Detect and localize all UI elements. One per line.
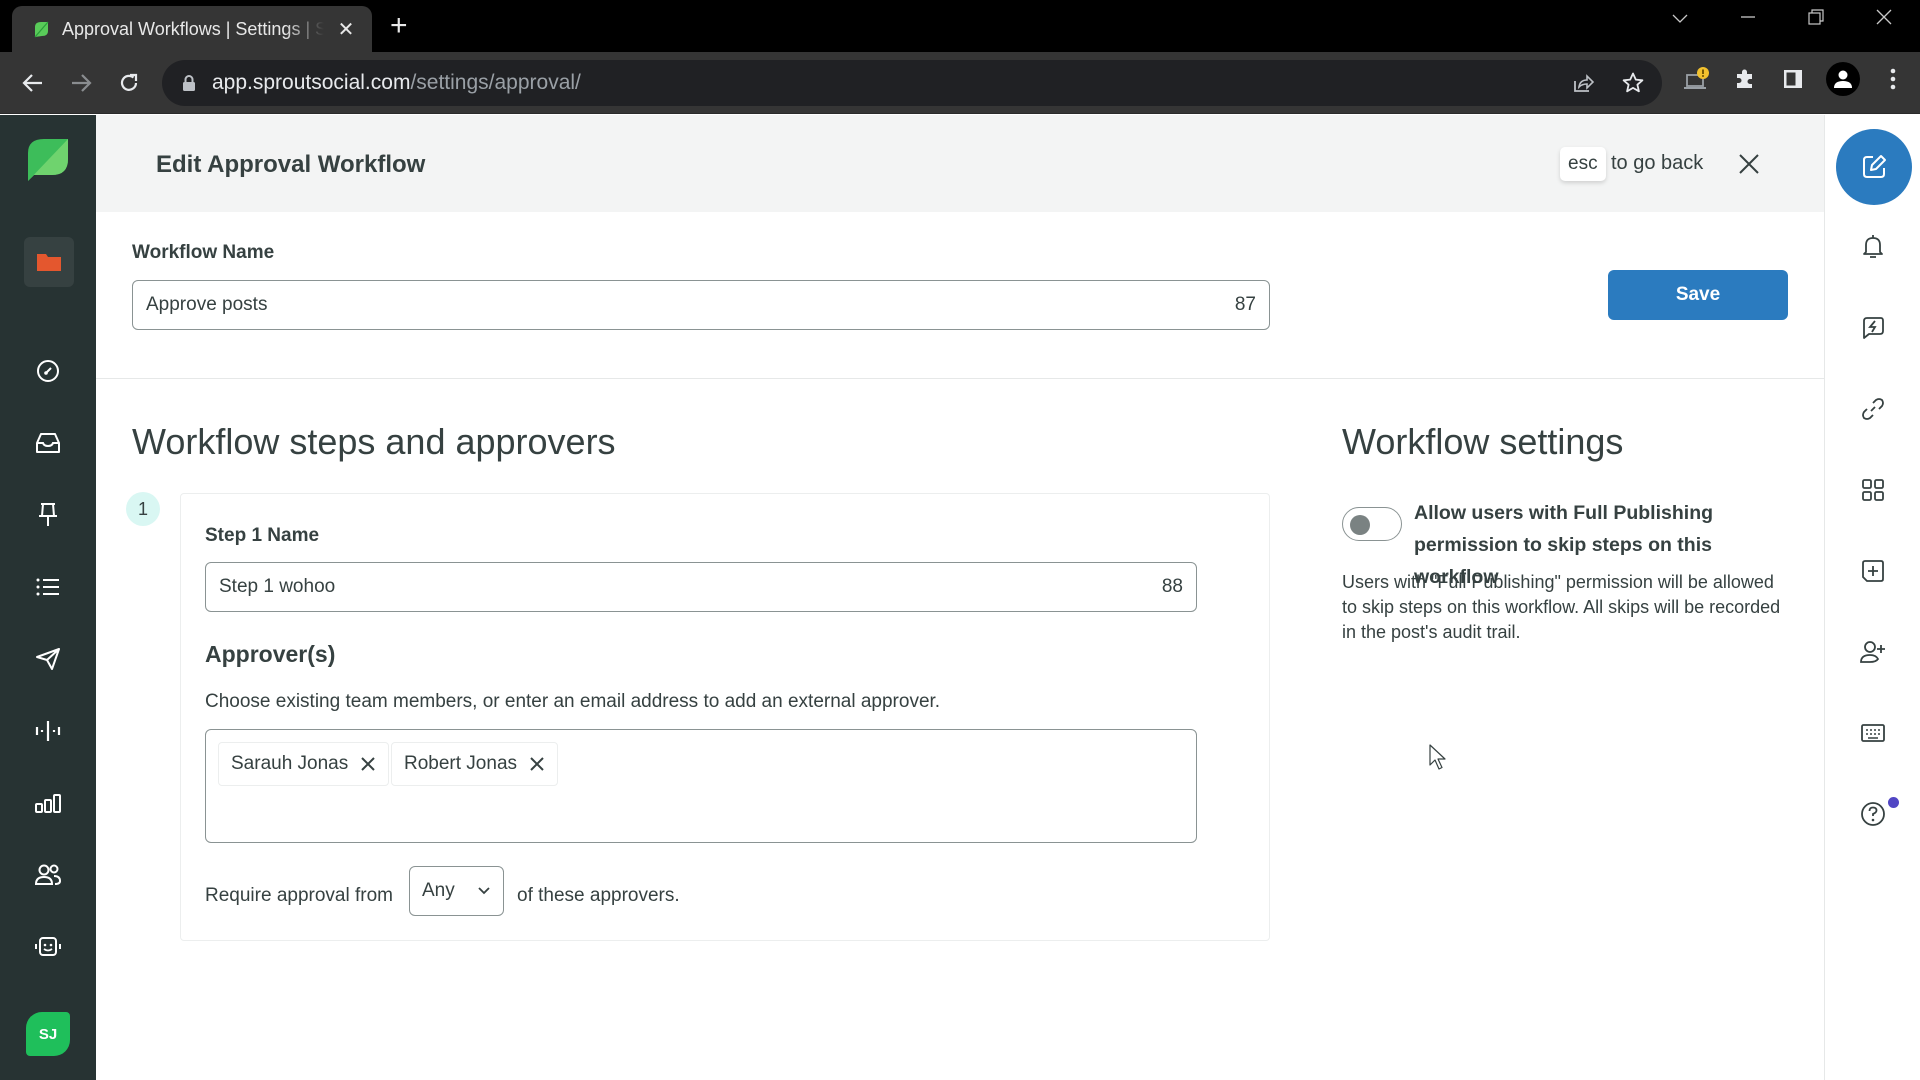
- step-number-badge: 1: [126, 492, 160, 526]
- left-nav-rail: SJ: [0, 115, 96, 1080]
- page-title: Edit Approval Workflow: [156, 151, 426, 178]
- nav-listening-icon[interactable]: [28, 711, 68, 751]
- esc-hint-text: to go back: [1611, 152, 1704, 174]
- add-content-icon[interactable]: [1855, 553, 1891, 589]
- user-avatar[interactable]: SJ: [26, 1012, 70, 1056]
- nav-pin-icon[interactable]: [28, 495, 68, 535]
- browser-menu-icon[interactable]: [1878, 64, 1908, 94]
- step-name-label: Step 1 Name: [205, 525, 320, 546]
- nav-inbox-icon[interactable]: [28, 423, 68, 463]
- side-panel-icon[interactable]: [1778, 64, 1808, 94]
- new-tab-button[interactable]: +: [390, 10, 408, 42]
- extensions-puzzle-icon[interactable]: [1730, 64, 1760, 94]
- tab-close-icon[interactable]: ✕: [334, 17, 358, 42]
- reload-icon[interactable]: [112, 66, 146, 100]
- save-button[interactable]: Save: [1608, 270, 1788, 320]
- workflow-name-char-count: 87: [1234, 294, 1256, 315]
- add-user-icon[interactable]: [1855, 634, 1891, 670]
- step-card: Step 1 Name Step 1 wohoo 88 Approver(s) …: [180, 493, 1270, 941]
- require-approval-prefix: Require approval from: [205, 885, 393, 906]
- bookmark-star-icon[interactable]: [1618, 68, 1648, 98]
- approver-name: Sarauh Jonas: [231, 753, 349, 774]
- skip-steps-toggle[interactable]: [1342, 507, 1402, 541]
- approvers-input[interactable]: Sarauh Jonas Robert Jonas: [205, 729, 1197, 843]
- browser-titlebar: Approval Workflows | Settings | Sprout S…: [0, 0, 1920, 52]
- require-approval-value: Any: [422, 880, 455, 901]
- approver-chip: Robert Jonas: [391, 742, 559, 786]
- profile-avatar-icon[interactable]: [1826, 62, 1860, 96]
- help-icon[interactable]: [1855, 796, 1891, 832]
- browser-tab[interactable]: Approval Workflows | Settings | Sprout S…: [12, 6, 372, 52]
- nav-reports-icon[interactable]: [28, 783, 68, 823]
- nav-dashboard-icon[interactable]: [28, 351, 68, 391]
- compose-button[interactable]: [1836, 129, 1912, 205]
- nav-folder-icon[interactable]: [24, 237, 74, 287]
- sprout-logo-icon[interactable]: [26, 135, 70, 183]
- esc-key-hint: esc: [1560, 147, 1606, 181]
- keyboard-shortcuts-icon[interactable]: [1855, 715, 1891, 751]
- toggle-knob: [1350, 515, 1370, 535]
- nav-bot-icon[interactable]: [28, 927, 68, 967]
- step-name-input[interactable]: Step 1 wohoo 88: [205, 562, 1197, 612]
- restore-icon[interactable]: [1796, 8, 1836, 31]
- mouse-cursor-icon: [1429, 744, 1446, 770]
- lock-icon: [183, 75, 195, 91]
- approver-name: Robert Jonas: [404, 753, 518, 774]
- require-approval-select[interactable]: Any: [409, 866, 504, 916]
- require-approval-suffix: of these approvers.: [517, 885, 680, 906]
- quick-reply-icon[interactable]: [1855, 310, 1891, 346]
- extension-alert-icon[interactable]: [1682, 64, 1712, 94]
- tab-search-icon[interactable]: [1660, 8, 1700, 31]
- sprout-favicon-icon: [34, 21, 49, 38]
- remove-approver-icon[interactable]: [360, 756, 376, 772]
- forward-icon[interactable]: [64, 66, 98, 100]
- tab-title: Approval Workflows | Settings | Sprout S…: [62, 18, 324, 39]
- step-name-value: Step 1 wohoo: [219, 576, 336, 597]
- share-icon[interactable]: [1568, 68, 1598, 98]
- skip-steps-description: Users with "Full Publishing" permission …: [1342, 572, 1781, 642]
- browser-toolbar: app.sproutsocial.com/settings/approval/: [0, 52, 1920, 114]
- url-host: app.sproutsocial.com: [212, 71, 411, 94]
- right-action-rail: [1824, 115, 1920, 1080]
- workflow-name-section: Workflow Name Approve posts 87 Save: [96, 212, 1824, 379]
- approvers-help-text: Choose existing team members, or enter a…: [205, 691, 941, 712]
- step-name-char-count: 88: [1161, 576, 1183, 597]
- approvers-title: Approver(s): [205, 641, 336, 667]
- remove-approver-icon[interactable]: [529, 756, 545, 772]
- link-icon[interactable]: [1855, 391, 1891, 427]
- steps-section-title: Workflow steps and approvers: [132, 421, 616, 462]
- url-path: /settings/approval/: [410, 71, 581, 94]
- settings-section-title: Workflow settings: [1342, 421, 1624, 462]
- nav-list-icon[interactable]: [28, 567, 68, 607]
- apps-grid-icon[interactable]: [1855, 472, 1891, 508]
- back-icon[interactable]: [16, 66, 50, 100]
- page-header: Edit Approval Workflow esc to go back: [96, 115, 1824, 212]
- notifications-bell-icon[interactable]: [1855, 229, 1891, 265]
- approver-chip: Sarauh Jonas: [218, 742, 390, 786]
- nav-send-icon[interactable]: [28, 639, 68, 679]
- workflow-name-value: Approve posts: [146, 294, 268, 315]
- chevron-down-icon: [478, 887, 490, 895]
- workflow-name-label: Workflow Name: [132, 242, 275, 263]
- window-close-icon[interactable]: [1864, 8, 1904, 32]
- minimize-icon[interactable]: [1728, 8, 1768, 31]
- nav-people-icon[interactable]: [28, 855, 68, 895]
- workflow-name-input[interactable]: Approve posts 87: [132, 280, 1270, 330]
- help-notification-dot: [1888, 797, 1899, 808]
- compose-icon: [1863, 155, 1886, 178]
- close-icon[interactable]: [1736, 151, 1762, 177]
- address-bar[interactable]: app.sproutsocial.com/settings/approval/: [162, 60, 1662, 106]
